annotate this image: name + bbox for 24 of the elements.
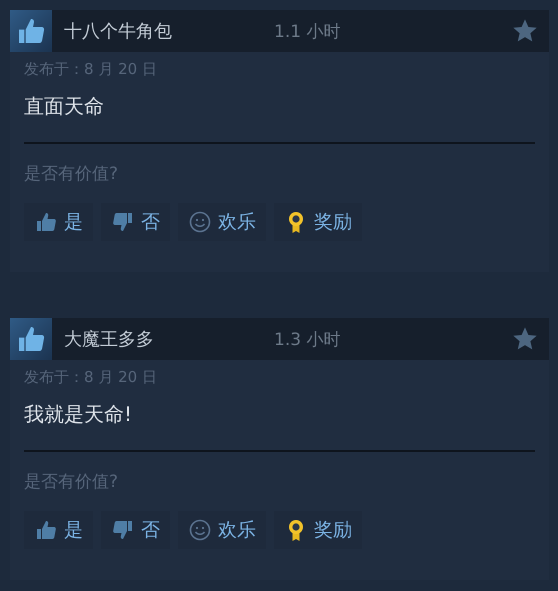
vote-button[interactable]: 奖励	[274, 511, 362, 549]
smiley-icon	[188, 518, 212, 542]
review-text: 我就是天命!	[24, 401, 134, 428]
vote-button[interactable]: 否	[101, 203, 170, 241]
posted-date: 发布于：8 月 20 日	[24, 368, 158, 387]
thumbs-up-icon	[34, 210, 58, 234]
vote-button[interactable]: 奖励	[274, 203, 362, 241]
vote-button[interactable]: 欢乐	[178, 511, 266, 549]
smiley-icon	[188, 210, 212, 234]
vote-button[interactable]: 否	[101, 511, 170, 549]
thumbs-up-icon	[34, 518, 58, 542]
playtime: 1.1 小时	[274, 20, 342, 42]
vote-button[interactable]: 是	[24, 511, 93, 549]
helpful-prompt: 是否有价值?	[24, 163, 120, 185]
vote-button[interactable]: 欢乐	[178, 203, 266, 241]
review-text: 直面天命	[24, 93, 105, 120]
posted-date: 发布于：8 月 20 日	[24, 60, 158, 79]
vote-button[interactable]: 是	[24, 203, 93, 241]
thumbs-down-icon	[111, 210, 135, 234]
reviewer-name[interactable]: 十八个牛角包	[64, 19, 274, 43]
thumbs-down-icon	[111, 518, 135, 542]
helpful-prompt: 是否有价值?	[24, 471, 120, 493]
reviewer-name[interactable]: 大魔王多多	[64, 327, 274, 351]
playtime: 1.3 小时	[274, 328, 342, 350]
